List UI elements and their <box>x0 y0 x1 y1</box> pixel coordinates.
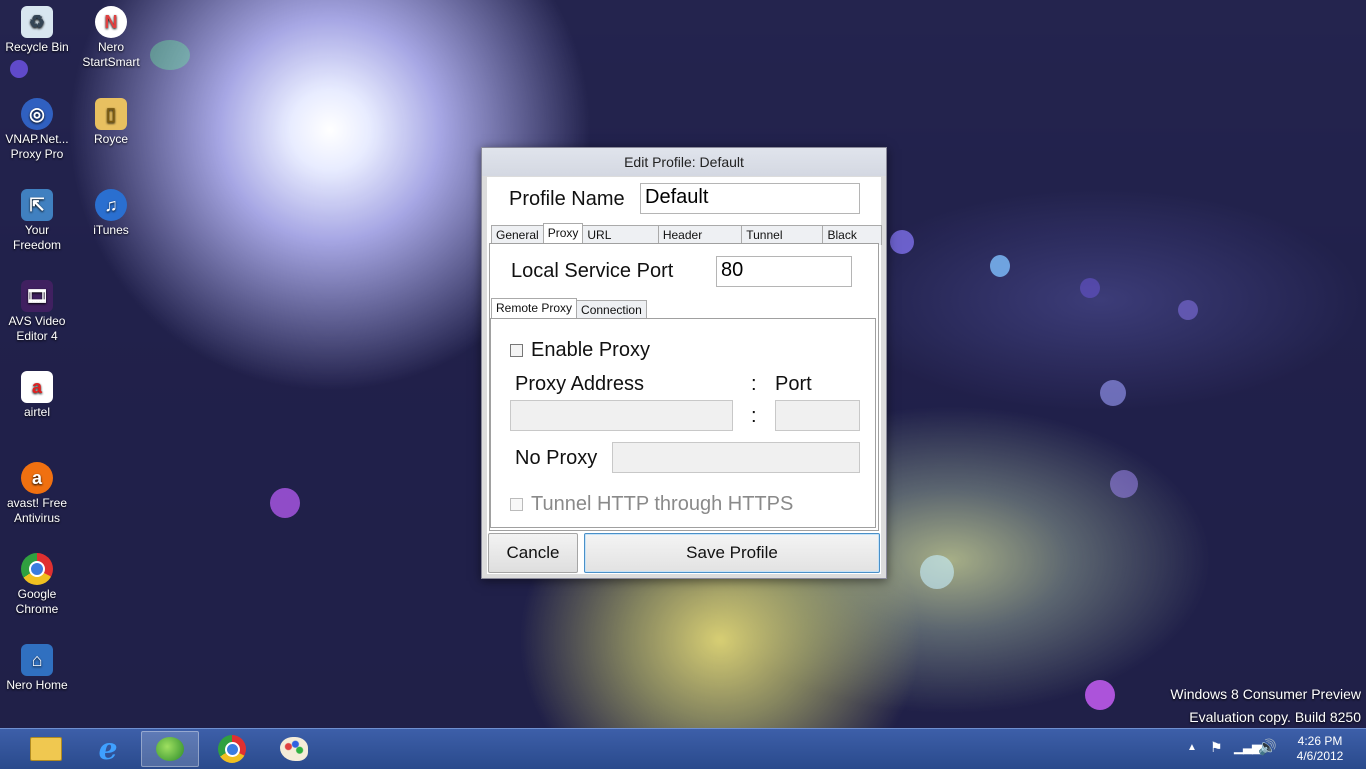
airtel-icon: a <box>21 371 53 403</box>
desktop-icon-avs-video-editor[interactable]: 🎞 AVS Video Editor 4 <box>1 280 73 344</box>
nero-home-icon: ⌂ <box>21 644 53 676</box>
proxy-address-field[interactable] <box>510 400 733 431</box>
taskbar-chrome[interactable] <box>203 731 261 767</box>
proxy-tab-panel: Local Service Port 80 Remote Proxy Conne… <box>489 243 879 531</box>
desktop-icon-nero-home[interactable]: ⌂ Nero Home <box>1 644 73 693</box>
tunnel-http-label: Tunnel HTTP through HTTPS <box>531 493 794 515</box>
desktop-icon-royce[interactable]: ▯ Royce <box>75 98 147 147</box>
taskbar-paint[interactable] <box>265 731 323 767</box>
address-port-separator-2: : <box>751 405 757 427</box>
enable-proxy-label: Enable Proxy <box>531 339 650 361</box>
nero-icon: N <box>95 6 127 38</box>
clock-date: 4/6/2012 <box>1296 749 1344 763</box>
proxy-port-field[interactable] <box>775 400 860 431</box>
clock-time: 4:26 PM <box>1297 734 1343 748</box>
network-signal-icon[interactable]: ▁▃▅ <box>1234 739 1262 755</box>
desktop-icon-avast[interactable]: a avast! Free Antivirus <box>1 462 73 526</box>
desktop-icon-airtel[interactable]: a airtel <box>1 371 73 420</box>
desktop-icon-itunes[interactable]: ♫ iTunes <box>75 189 147 238</box>
recycle-bin-icon: ♻ <box>21 6 53 38</box>
file-explorer-icon <box>30 737 62 761</box>
desktop-icon-nero-startsmart[interactable]: N Nero StartSmart <box>75 6 147 70</box>
watermark-line-1: Windows 8 Consumer Preview <box>1170 686 1361 702</box>
no-proxy-label: No Proxy <box>515 447 598 469</box>
address-port-separator: : <box>751 373 757 395</box>
proxy-address-label: Proxy Address <box>515 373 644 395</box>
taskbar: e ▲ ⚑ ▁▃▅ 🔊 4:26 PM 4/6/2012 <box>0 728 1366 769</box>
tab-url-handler[interactable]: URL Handler <box>582 225 659 257</box>
tunnel-http-checkbox[interactable] <box>510 498 523 511</box>
tab-tunnel-option[interactable]: Tunnel Option <box>741 225 824 257</box>
globe-icon: ◎ <box>21 98 53 130</box>
desktop-icon-recycle-bin[interactable]: ♻ Recycle Bin <box>1 6 73 55</box>
taskbar-internet-explorer[interactable]: e <box>79 731 137 767</box>
chrome-icon <box>218 735 246 763</box>
volume-icon[interactable]: 🔊 <box>1258 738 1277 756</box>
folder-icon: ▯ <box>95 98 127 130</box>
avast-icon: a <box>21 462 53 494</box>
remote-proxy-panel: Enable Proxy Proxy Address : Port : No P… <box>490 318 876 528</box>
profile-name-label: Profile Name <box>509 188 625 210</box>
local-service-port-label: Local Service Port <box>511 260 674 282</box>
desktop-icon-vnap-proxy[interactable]: ◎ VNAP.Net... Proxy Pro <box>1 98 73 162</box>
tab-header-tweak[interactable]: Header Tweak <box>657 225 743 257</box>
action-center-flag-icon[interactable]: ⚑ <box>1210 739 1224 755</box>
dialog-client-area: Profile Name Default General Proxy URL H… <box>487 177 882 574</box>
tab-general[interactable]: General <box>491 225 544 245</box>
freedom-icon: ⇱ <box>21 189 53 221</box>
cancel-button[interactable]: Cancle <box>488 533 578 573</box>
paint-icon <box>280 737 308 761</box>
dialog-title[interactable]: Edit Profile: Default <box>482 148 886 176</box>
show-hidden-icons-button[interactable]: ▲ <box>1187 742 1197 753</box>
taskbar-download-manager[interactable] <box>141 731 199 767</box>
tab-connection[interactable]: Connection <box>576 300 647 320</box>
clock[interactable]: 4:26 PM 4/6/2012 <box>1285 734 1355 764</box>
internet-download-manager-icon <box>156 737 184 761</box>
edit-profile-dialog: Edit Profile: Default Profile Name Defau… <box>481 147 887 579</box>
windows-watermark: Windows 8 Consumer Preview Evaluation co… <box>1170 686 1361 725</box>
port-label: Port <box>775 373 812 395</box>
internet-explorer-icon: e <box>98 731 118 767</box>
desktop-icon-your-freedom[interactable]: ⇱ Your Freedom <box>1 189 73 253</box>
local-service-port-field[interactable]: 80 <box>716 256 852 287</box>
tab-black-list[interactable]: Black List <box>822 225 882 257</box>
watermark-line-2: Evaluation copy. Build 8250 <box>1189 709 1361 725</box>
tab-proxy[interactable]: Proxy <box>542 223 584 245</box>
enable-proxy-checkbox[interactable] <box>510 344 523 357</box>
itunes-icon: ♫ <box>95 189 127 221</box>
film-icon: 🎞 <box>21 280 53 312</box>
profile-name-field[interactable]: Default <box>640 183 860 214</box>
chrome-icon <box>21 553 53 585</box>
desktop-icon-google-chrome[interactable]: Google Chrome <box>1 553 73 617</box>
tab-remote-proxy[interactable]: Remote Proxy <box>491 298 578 320</box>
save-profile-button[interactable]: Save Profile <box>584 533 880 573</box>
no-proxy-field[interactable] <box>612 442 860 473</box>
taskbar-file-explorer[interactable] <box>17 731 75 767</box>
